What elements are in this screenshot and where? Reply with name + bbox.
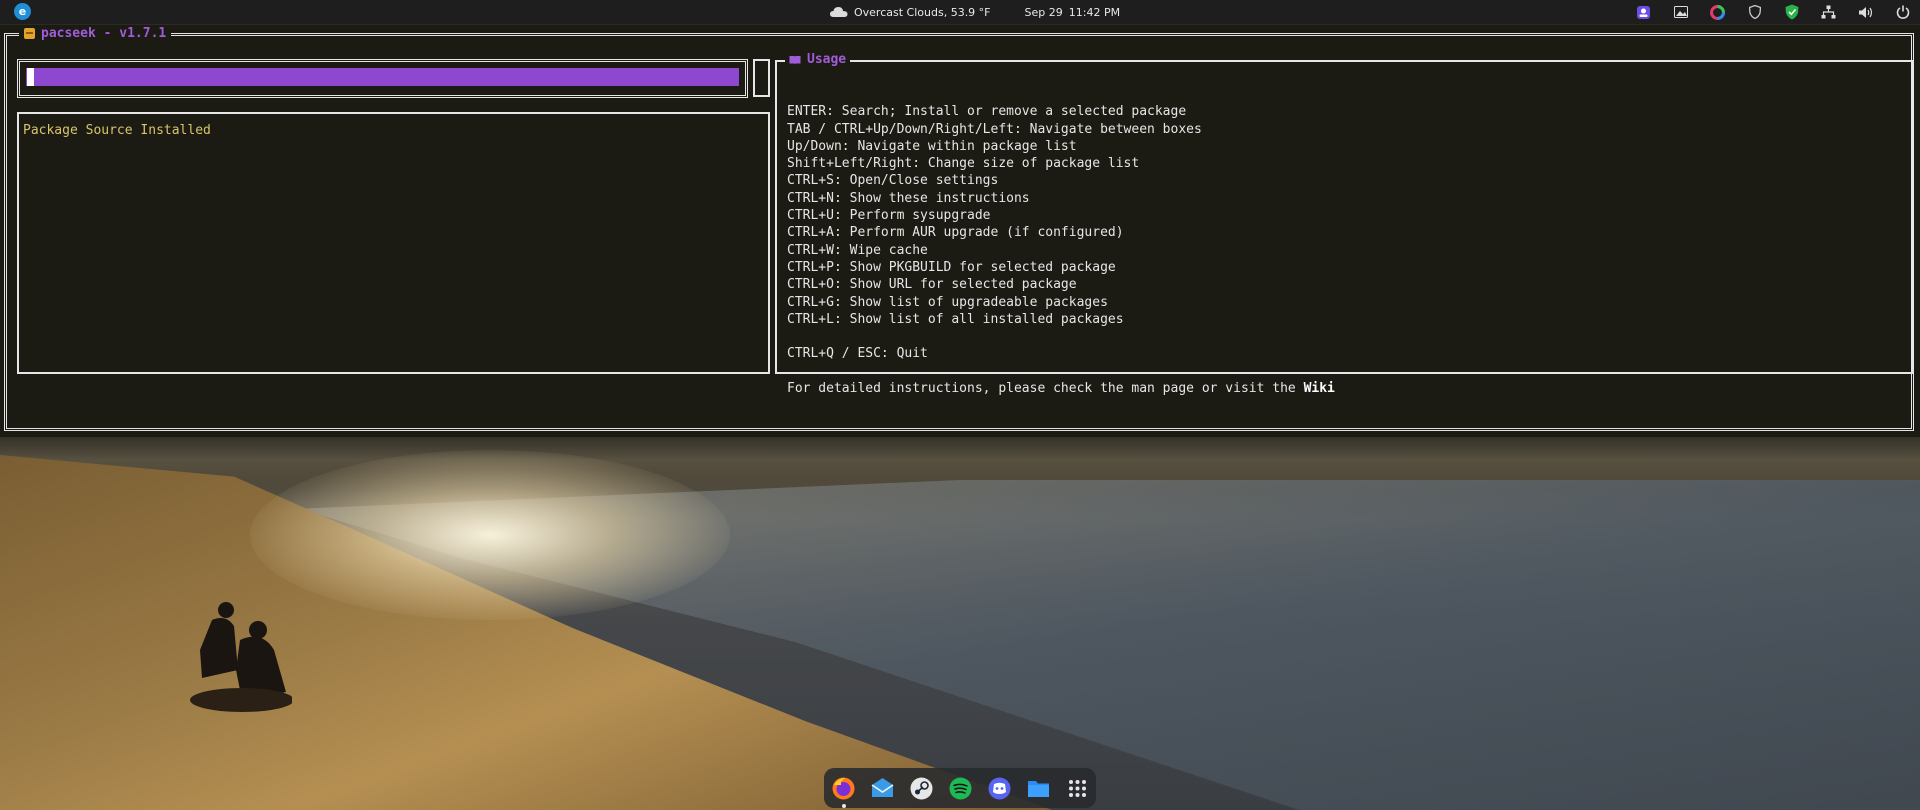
wallpaper-sun-reflection <box>250 450 730 620</box>
package-list-header: Package Source Installed <box>23 123 211 138</box>
usage-line: Shift+Left/Right: Change size of package… <box>787 156 1140 172</box>
search-input[interactable] <box>26 68 739 86</box>
files-icon[interactable] <box>1026 776 1051 801</box>
power-icon[interactable] <box>1895 5 1910 20</box>
spotify-icon[interactable] <box>948 776 973 801</box>
usage-line: ENTER: Search; Install or remove a selec… <box>787 104 1187 120</box>
column-header-package[interactable]: Package <box>23 123 78 138</box>
package-icon <box>24 28 35 39</box>
app-launcher-icon[interactable]: e <box>14 3 31 20</box>
pacseek-frame: pacseek - v1.7.1 Package Source Installe… <box>4 26 1914 431</box>
weather-text: Overcast Clouds, 53.9 °F <box>854 5 991 19</box>
app-grid-icon[interactable] <box>1065 776 1090 801</box>
spinner-box <box>753 59 770 97</box>
usage-line: CTRL+S: Open/Close settings <box>787 173 999 189</box>
apps-icon[interactable] <box>1636 5 1651 20</box>
app-title: pacseek - v1.7.1 <box>19 26 172 41</box>
usage-line <box>787 328 1335 345</box>
usage-instructions: ENTER: Search; Install or remove a selec… <box>787 86 1335 397</box>
network-icon[interactable] <box>1821 5 1836 20</box>
firefox-icon[interactable] <box>831 776 856 808</box>
screenshot-icon[interactable] <box>1673 5 1688 20</box>
column-header-source[interactable]: Source <box>86 123 133 138</box>
usage-line: TAB / CTRL+Up/Down/Right/Left: Navigate … <box>787 121 1202 137</box>
usage-line: CTRL+A: Perform AUR upgrade (if configur… <box>787 225 1124 241</box>
usage-line: Up/Down: Navigate within package list <box>787 138 1077 154</box>
shield-check-icon[interactable] <box>1784 4 1799 20</box>
color-wheel-icon[interactable] <box>1710 4 1725 20</box>
usage-line: CTRL+W: Wipe cache <box>787 242 928 258</box>
dock <box>824 768 1096 808</box>
terminal-window[interactable]: pacseek - v1.7.1 Package Source Installe… <box>0 25 1920 437</box>
clock-date: Sep 29 <box>1024 5 1063 19</box>
wiki-link[interactable]: Wiki <box>1304 381 1335 396</box>
usage-line: CTRL+L: Show list of all installed packa… <box>787 311 1124 327</box>
wallpaper-silhouettes <box>190 602 292 712</box>
usage-line: CTRL+O: Show URL for selected package <box>787 277 1077 293</box>
discord-icon[interactable] <box>987 776 1012 801</box>
shield-icon[interactable] <box>1747 5 1762 20</box>
usage-footer-text: For detailed instructions, please check … <box>787 381 1304 397</box>
panel-center[interactable]: Overcast Clouds, 53.9 °F Sep 29 11:42 PM <box>830 0 1120 24</box>
usage-line <box>787 86 1335 103</box>
package-list[interactable]: Package Source Installed <box>17 112 770 374</box>
usage-line: CTRL+Q / ESC: Quit <box>787 346 928 362</box>
steam-icon[interactable] <box>909 776 934 801</box>
book-icon <box>789 55 801 64</box>
usage-title-text: Usage <box>807 52 847 67</box>
usage-line: CTRL+U: Perform sysupgrade <box>787 208 991 224</box>
usage-panel[interactable]: Usage ENTER: Search; Install or remove a… <box>775 52 1913 396</box>
mail-icon[interactable] <box>870 776 895 801</box>
usage-footer: For detailed instructions, please check … <box>787 380 1335 397</box>
usage-line <box>787 363 1335 380</box>
top-panel: e Overcast Clouds, 53.9 °F Sep 29 11:42 … <box>0 0 1920 24</box>
text-cursor <box>27 68 34 86</box>
clock-time: 11:42 PM <box>1068 5 1121 19</box>
app-title-text: pacseek - v1.7.1 <box>41 26 167 41</box>
cloud-icon <box>830 7 848 17</box>
volume-icon[interactable] <box>1858 5 1873 20</box>
running-indicator <box>841 803 846 808</box>
usage-line: CTRL+P: Show PKGBUILD for selected packa… <box>787 259 1116 275</box>
usage-line: CTRL+N: Show these instructions <box>787 190 1030 206</box>
search-box <box>17 59 748 98</box>
usage-title: Usage <box>785 52 851 67</box>
column-header-installed[interactable]: Installed <box>140 123 210 138</box>
usage-line: CTRL+G: Show list of upgradeable package… <box>787 294 1108 310</box>
system-tray <box>1636 0 1910 24</box>
